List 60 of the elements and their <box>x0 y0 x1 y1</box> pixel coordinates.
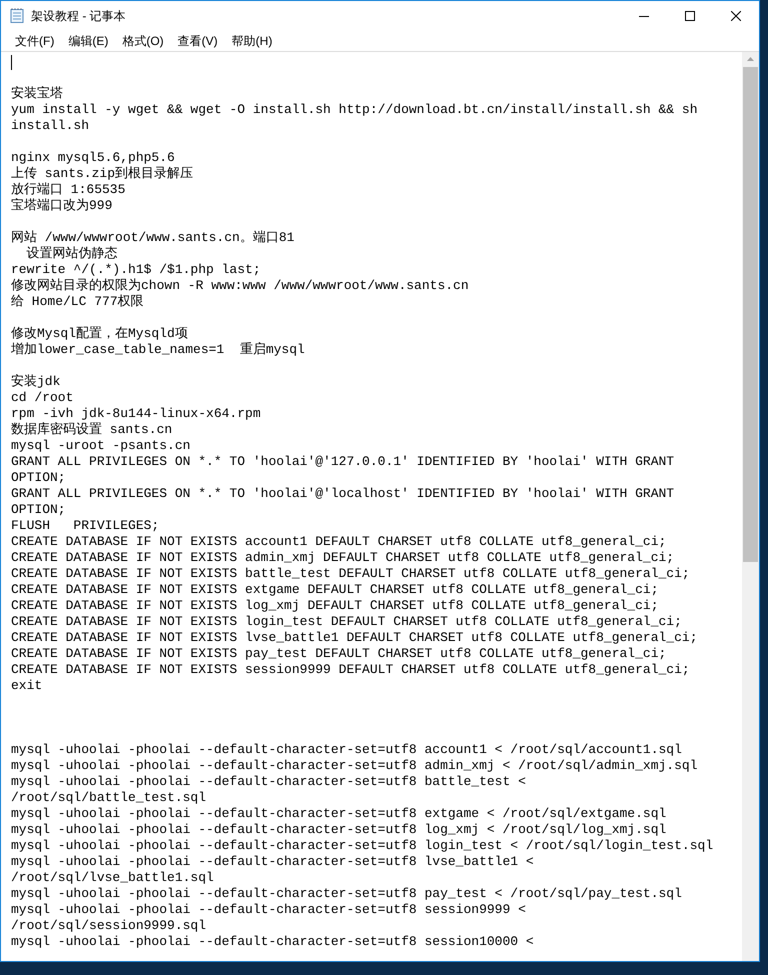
text-line: OPTION; <box>11 470 66 486</box>
text-line: CREATE DATABASE IF NOT EXISTS log_xmj DEFAULT CHARSET utf8 COLLATE utf8_general_ci; <box>11 598 659 614</box>
text-line: 安装jdk <box>11 374 60 390</box>
text-line: CREATE DATABASE IF NOT EXISTS extgame DEFAULT CHARSET utf8 COLLATE utf8_general_ci; <box>11 582 659 598</box>
text-line: mysql -uroot -psants.cn <box>11 438 190 454</box>
text-cursor <box>11 54 12 70</box>
text-line: GRANT ALL PRIVILEGES ON *.* TO 'hoolai'@'localhost' IDENTIFIED BY 'hoolai' WITH GRANT <box>11 486 674 502</box>
text-line: CREATE DATABASE IF NOT EXISTS login_test DEFAULT CHARSET utf8 COLLATE utf8_general_ci; <box>11 614 682 630</box>
text-line: cd /root <box>11 390 74 406</box>
text-line: install.sh <box>11 118 90 134</box>
text-line: /root/sql/battle_test.sql <box>11 790 206 806</box>
text-line: CREATE DATABASE IF NOT EXISTS lvse_battle1 DEFAULT CHARSET utf8 COLLATE utf8_general_ci; <box>11 630 698 646</box>
text-line: 放行端口 1:65535 <box>11 182 126 198</box>
menu-item[interactable]: 文件(F) <box>8 32 62 50</box>
text-line: 设置网站伪静态 <box>26 246 118 262</box>
maximize-icon <box>685 11 695 21</box>
text-line: mysql -uhoolai -phoolai --default-character-set=utf8 battle_test < <box>11 774 526 790</box>
text-line: CREATE DATABASE IF NOT EXISTS session9999 DEFAULT CHARSET utf8 COLLATE utf8_general_ci; <box>11 662 690 678</box>
text-line: mysql -uhoolai -phoolai --default-character-set=utf8 login_test < /root/sql/login_test.sql <box>11 838 714 854</box>
text-line: mysql -uhoolai -phoolai --default-character-set=utf8 session9999 < <box>11 902 526 918</box>
text-line: mysql -uhoolai -phoolai --default-character-set=utf8 log_xmj < /root/sql/log_xmj.sql <box>11 822 666 838</box>
menu-item[interactable]: 查看(V) <box>170 32 225 50</box>
menu-item[interactable]: 编辑(E) <box>61 32 116 50</box>
text-line: OPTION; <box>11 502 66 518</box>
text-line: mysql -uhoolai -phoolai --default-character-set=utf8 account1 < /root/sql/account1.sql <box>11 742 682 758</box>
text-line: rewrite ^/(.*).h1$ /$1.php last; <box>11 262 261 278</box>
text-line: CREATE DATABASE IF NOT EXISTS battle_test DEFAULT CHARSET utf8 COLLATE utf8_general_ci; <box>11 566 690 582</box>
text-line: 修改网站目录的权限为chown -R www:www /www/wwwroot/www.sants.cn <box>11 278 469 294</box>
text-line: mysql -uhoolai -phoolai --default-character-set=utf8 lvse_battle1 < <box>11 854 534 870</box>
close-icon <box>731 11 741 21</box>
scrollbar-thumb[interactable] <box>743 67 758 562</box>
text-line: GRANT ALL PRIVILEGES ON *.* TO 'hoolai'@'127.0.0.1' IDENTIFIED BY 'hoolai' WITH GRANT <box>11 454 674 470</box>
menu-item[interactable]: 格式(O) <box>115 32 171 50</box>
text-line: 上传 sants.zip到根目录解压 <box>11 166 194 182</box>
text-line: 增加lower_case_table_names=1 重启mysql <box>11 342 305 358</box>
text-line: 宝塔端口改为999 <box>11 198 112 214</box>
text-line: 给 Home/LC 777权限 <box>11 294 144 310</box>
text-line: 数据库密码设置 sants.cn <box>11 422 172 438</box>
notepad-icon <box>9 8 25 24</box>
text-line: CREATE DATABASE IF NOT EXISTS account1 DEFAULT CHARSET utf8 COLLATE utf8_general_ci; <box>11 534 666 550</box>
window-title: 架设教程 - 记事本 <box>31 8 126 25</box>
text-line: 安装宝塔 <box>11 86 63 102</box>
text-line: rpm -ivh jdk-8u144-linux-x64.rpm <box>11 406 261 422</box>
text-line: /root/sql/lvse_battle1.sql <box>11 870 214 886</box>
text-line: mysql -uhoolai -phoolai --default-character-set=utf8 pay_test < /root/sql/pay_test.sql <box>11 886 682 902</box>
text-line: 网站 /www/wwwroot/www.sants.cn。端口81 <box>11 230 294 246</box>
text-line: FLUSH PRIVILEGES; <box>11 518 160 534</box>
text-line: mysql -uhoolai -phoolai --default-character-set=utf8 admin_xmj < /root/sql/admin_xmj.sql <box>11 758 698 774</box>
text-line: nginx mysql5.6,php5.6 <box>11 150 175 166</box>
vertical-scrollbar[interactable] <box>742 52 759 961</box>
text-line: CREATE DATABASE IF NOT EXISTS pay_test DEFAULT CHARSET utf8 COLLATE utf8_general_ci; <box>11 646 666 662</box>
text-line: exit <box>11 678 42 694</box>
menu-item[interactable]: 帮助(H) <box>224 32 280 50</box>
text-line: mysql -uhoolai -phoolai --default-character-set=utf8 session10000 < <box>11 934 534 950</box>
text-line: yum install -y wget && wget -O install.sh http://download.bt.cn/install/install.sh && sh <box>11 102 698 118</box>
text-line: /root/sql/session9999.sql <box>11 918 206 934</box>
text-line: CREATE DATABASE IF NOT EXISTS admin_xmj DEFAULT CHARSET utf8 COLLATE utf8_general_ci; <box>11 550 674 566</box>
text-line: mysql -uhoolai -phoolai --default-character-set=utf8 extgame < /root/sql/extgame.sql <box>11 806 666 822</box>
text-line: 修改Mysql配置，在Mysqld项 <box>11 326 188 342</box>
scroll-up-icon <box>747 57 754 61</box>
